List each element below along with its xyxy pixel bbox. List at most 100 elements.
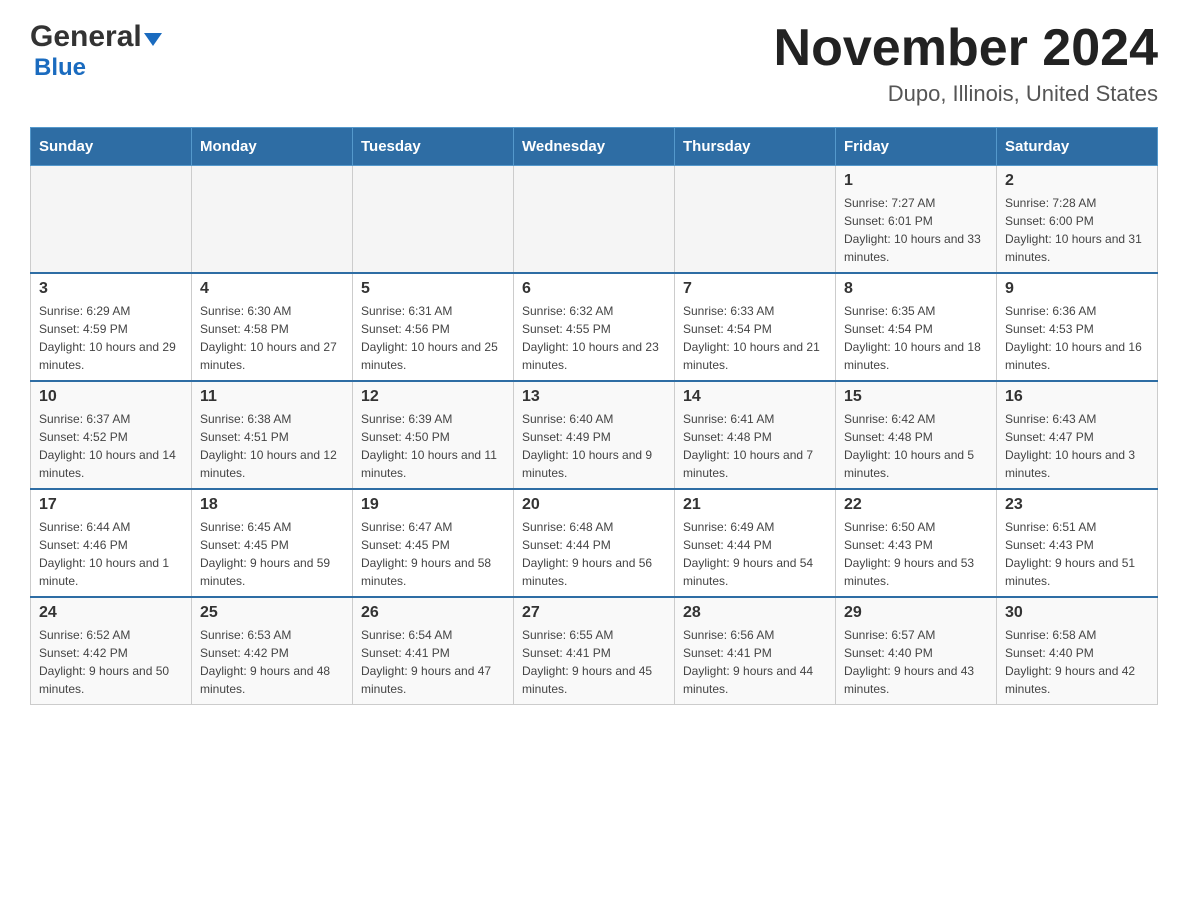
day-number: 19 bbox=[361, 496, 505, 514]
table-row bbox=[675, 166, 836, 274]
table-row: 19 Sunrise: 6:47 AMSunset: 4:45 PMDayligh… bbox=[353, 489, 514, 597]
day-info: Sunrise: 6:50 AMSunset: 4:43 PMDaylight:… bbox=[844, 518, 988, 590]
day-number: 6 bbox=[522, 280, 666, 298]
col-wednesday: Wednesday bbox=[514, 128, 675, 166]
day-info: Sunrise: 6:35 AMSunset: 4:54 PMDaylight:… bbox=[844, 302, 988, 374]
day-number: 28 bbox=[683, 604, 827, 622]
day-info: Sunrise: 6:44 AMSunset: 4:46 PMDaylight:… bbox=[39, 518, 183, 590]
col-sunday: Sunday bbox=[31, 128, 192, 166]
table-row: 14 Sunrise: 6:41 AMSunset: 4:48 PMDayligh… bbox=[675, 381, 836, 489]
day-info: Sunrise: 6:31 AMSunset: 4:56 PMDaylight:… bbox=[361, 302, 505, 374]
table-row: 25Sunrise: 6:53 AMSunset: 4:42 PMDayligh… bbox=[192, 597, 353, 705]
table-row bbox=[31, 166, 192, 274]
day-number: 3 bbox=[39, 280, 183, 298]
day-number: 13 bbox=[522, 388, 666, 406]
col-monday: Monday bbox=[192, 128, 353, 166]
day-number: 1 bbox=[844, 172, 988, 190]
table-row: 22 Sunrise: 6:50 AMSunset: 4:43 PMDayligh… bbox=[836, 489, 997, 597]
col-friday: Friday bbox=[836, 128, 997, 166]
table-row: 11 Sunrise: 6:38 AMSunset: 4:51 PMDayligh… bbox=[192, 381, 353, 489]
day-info: Sunrise: 6:54 AMSunset: 4:41 PMDaylight:… bbox=[361, 626, 505, 698]
table-row: 3 Sunrise: 6:29 AMSunset: 4:59 PMDaylight… bbox=[31, 273, 192, 381]
table-row: 8Sunrise: 6:35 AMSunset: 4:54 PMDaylight… bbox=[836, 273, 997, 381]
day-info: Sunrise: 6:38 AMSunset: 4:51 PMDaylight:… bbox=[200, 410, 344, 482]
table-row: 2 Sunrise: 7:28 AMSunset: 6:00 PMDaylight… bbox=[997, 166, 1158, 274]
day-number: 17 bbox=[39, 496, 183, 514]
logo-general: General bbox=[30, 20, 142, 53]
day-info: Sunrise: 6:33 AMSunset: 4:54 PMDaylight:… bbox=[683, 302, 827, 374]
table-row: 26 Sunrise: 6:54 AMSunset: 4:41 PMDayligh… bbox=[353, 597, 514, 705]
day-number: 10 bbox=[39, 388, 183, 406]
day-info: Sunrise: 6:29 AMSunset: 4:59 PMDaylight:… bbox=[39, 302, 183, 374]
day-info: Sunrise: 6:51 AMSunset: 4:43 PMDaylight:… bbox=[1005, 518, 1149, 590]
table-row: 27 Sunrise: 6:55 AMSunset: 4:41 PMDayligh… bbox=[514, 597, 675, 705]
day-number: 4 bbox=[200, 280, 344, 298]
day-number: 12 bbox=[361, 388, 505, 406]
table-row: 16Sunrise: 6:43 AMSunset: 4:47 PMDayligh… bbox=[997, 381, 1158, 489]
col-tuesday: Tuesday bbox=[353, 128, 514, 166]
table-row: 23 Sunrise: 6:51 AMSunset: 4:43 PMDayligh… bbox=[997, 489, 1158, 597]
title-block: November 2024 Dupo, Illinois, United Sta… bbox=[774, 20, 1158, 107]
day-number: 20 bbox=[522, 496, 666, 514]
day-number: 24 bbox=[39, 604, 183, 622]
table-row: 29Sunrise: 6:57 AMSunset: 4:40 PMDayligh… bbox=[836, 597, 997, 705]
day-info: Sunrise: 6:55 AMSunset: 4:41 PMDaylight:… bbox=[522, 626, 666, 698]
day-info: Sunrise: 7:27 AMSunset: 6:01 PMDaylight:… bbox=[844, 194, 988, 266]
calendar-week-row: 3 Sunrise: 6:29 AMSunset: 4:59 PMDaylight… bbox=[31, 273, 1158, 381]
calendar-week-row: 10 Sunrise: 6:37 AMSunset: 4:52 PMDayligh… bbox=[31, 381, 1158, 489]
col-thursday: Thursday bbox=[675, 128, 836, 166]
day-info: Sunrise: 6:41 AMSunset: 4:48 PMDaylight:… bbox=[683, 410, 827, 482]
table-row: 21 Sunrise: 6:49 AMSunset: 4:44 PMDayligh… bbox=[675, 489, 836, 597]
calendar-title: November 2024 bbox=[774, 20, 1158, 77]
day-info: Sunrise: 6:45 AMSunset: 4:45 PMDaylight:… bbox=[200, 518, 344, 590]
day-info: Sunrise: 6:37 AMSunset: 4:52 PMDaylight:… bbox=[39, 410, 183, 482]
day-number: 22 bbox=[844, 496, 988, 514]
calendar-week-row: 1 Sunrise: 7:27 AMSunset: 6:01 PMDaylight… bbox=[31, 166, 1158, 274]
table-row: 15 Sunrise: 6:42 AMSunset: 4:48 PMDayligh… bbox=[836, 381, 997, 489]
calendar-week-row: 17 Sunrise: 6:44 AMSunset: 4:46 PMDayligh… bbox=[31, 489, 1158, 597]
table-row: 20 Sunrise: 6:48 AMSunset: 4:44 PMDayligh… bbox=[514, 489, 675, 597]
day-info: Sunrise: 6:58 AMSunset: 4:40 PMDaylight:… bbox=[1005, 626, 1149, 698]
logo-triangle-icon bbox=[144, 33, 162, 46]
day-number: 7 bbox=[683, 280, 827, 298]
day-number: 30 bbox=[1005, 604, 1149, 622]
day-info: Sunrise: 6:48 AMSunset: 4:44 PMDaylight:… bbox=[522, 518, 666, 590]
table-row: 17 Sunrise: 6:44 AMSunset: 4:46 PMDayligh… bbox=[31, 489, 192, 597]
day-info: Sunrise: 6:42 AMSunset: 4:48 PMDaylight:… bbox=[844, 410, 988, 482]
day-info: Sunrise: 6:43 AMSunset: 4:47 PMDaylight:… bbox=[1005, 410, 1149, 482]
table-row: 5 Sunrise: 6:31 AMSunset: 4:56 PMDaylight… bbox=[353, 273, 514, 381]
logo-general-text: General bbox=[30, 20, 162, 54]
day-number: 5 bbox=[361, 280, 505, 298]
day-info: Sunrise: 6:47 AMSunset: 4:45 PMDaylight:… bbox=[361, 518, 505, 590]
table-row bbox=[192, 166, 353, 274]
day-info: Sunrise: 6:30 AMSunset: 4:58 PMDaylight:… bbox=[200, 302, 344, 374]
day-info: Sunrise: 7:28 AMSunset: 6:00 PMDaylight:… bbox=[1005, 194, 1149, 266]
day-number: 27 bbox=[522, 604, 666, 622]
day-number: 23 bbox=[1005, 496, 1149, 514]
table-row bbox=[353, 166, 514, 274]
day-number: 21 bbox=[683, 496, 827, 514]
table-row: 10 Sunrise: 6:37 AMSunset: 4:52 PMDayligh… bbox=[31, 381, 192, 489]
day-info: Sunrise: 6:49 AMSunset: 4:44 PMDaylight:… bbox=[683, 518, 827, 590]
table-row: 18 Sunrise: 6:45 AMSunset: 4:45 PMDayligh… bbox=[192, 489, 353, 597]
table-row bbox=[514, 166, 675, 274]
table-row: 6 Sunrise: 6:32 AMSunset: 4:55 PMDaylight… bbox=[514, 273, 675, 381]
day-info: Sunrise: 6:53 AMSunset: 4:42 PMDaylight:… bbox=[200, 626, 344, 698]
table-row: 9 Sunrise: 6:36 AMSunset: 4:53 PMDaylight… bbox=[997, 273, 1158, 381]
day-number: 18 bbox=[200, 496, 344, 514]
day-info: Sunrise: 6:36 AMSunset: 4:53 PMDaylight:… bbox=[1005, 302, 1149, 374]
day-number: 14 bbox=[683, 388, 827, 406]
calendar-table: Sunday Monday Tuesday Wednesday Thursday… bbox=[30, 127, 1158, 705]
day-number: 15 bbox=[844, 388, 988, 406]
day-number: 9 bbox=[1005, 280, 1149, 298]
day-info: Sunrise: 6:32 AMSunset: 4:55 PMDaylight:… bbox=[522, 302, 666, 374]
table-row: 4 Sunrise: 6:30 AMSunset: 4:58 PMDaylight… bbox=[192, 273, 353, 381]
day-info: Sunrise: 6:56 AMSunset: 4:41 PMDaylight:… bbox=[683, 626, 827, 698]
day-number: 11 bbox=[200, 388, 344, 406]
day-info: Sunrise: 6:57 AMSunset: 4:40 PMDaylight:… bbox=[844, 626, 988, 698]
table-row: 7 Sunrise: 6:33 AMSunset: 4:54 PMDaylight… bbox=[675, 273, 836, 381]
day-number: 26 bbox=[361, 604, 505, 622]
day-number: 2 bbox=[1005, 172, 1149, 190]
col-saturday: Saturday bbox=[997, 128, 1158, 166]
table-row: 1 Sunrise: 7:27 AMSunset: 6:01 PMDaylight… bbox=[836, 166, 997, 274]
